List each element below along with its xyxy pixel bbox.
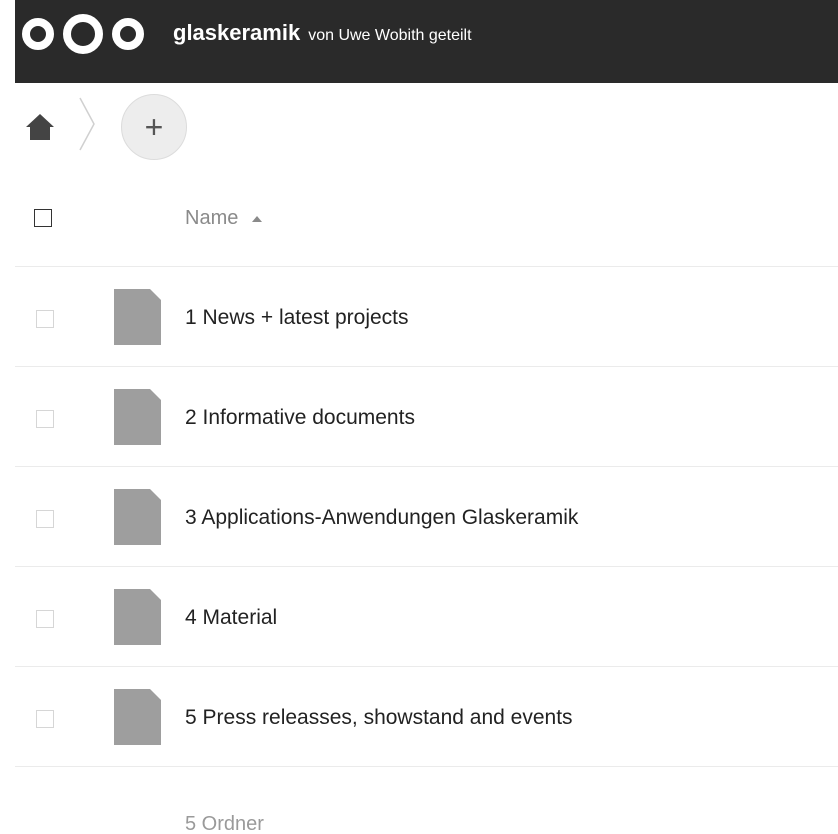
file-list: 1 News + latest projects 2 Informative d… — [15, 266, 838, 766]
table-row[interactable]: 1 News + latest projects — [15, 266, 838, 366]
file-icon — [114, 289, 161, 345]
folder-title: glaskeramik — [173, 20, 301, 45]
row-checkbox[interactable] — [36, 610, 54, 628]
name-column-label: Name — [185, 207, 239, 229]
home-icon[interactable] — [25, 112, 55, 142]
name-column-header[interactable]: Name — [185, 207, 263, 230]
folder-count-summary: 5 Ordner — [185, 813, 264, 834]
select-all-checkbox[interactable] — [34, 209, 52, 227]
plus-icon: + — [144, 109, 164, 145]
file-name[interactable]: 3 Applications-Anwendungen Glaskeramik — [185, 506, 578, 530]
file-icon — [114, 589, 161, 645]
table-row[interactable]: 3 Applications-Anwendungen Glaskeramik — [15, 466, 838, 566]
breadcrumb-separator-icon — [79, 97, 95, 151]
table-bottom-divider — [15, 766, 838, 767]
file-name[interactable]: 4 Material — [185, 606, 277, 630]
share-title: glaskeramik von Uwe Wobith geteilt — [173, 20, 472, 46]
file-name[interactable]: 1 News + latest projects — [185, 306, 409, 330]
table-row[interactable]: 2 Informative documents — [15, 366, 838, 466]
table-row[interactable]: 5 Press releasses, showstand and events — [15, 666, 838, 766]
row-checkbox[interactable] — [36, 510, 54, 528]
row-checkbox[interactable] — [36, 410, 54, 428]
table-row[interactable]: 4 Material — [15, 566, 838, 666]
file-icon — [114, 389, 161, 445]
top-header: glaskeramik von Uwe Wobith geteilt — [15, 0, 838, 83]
shared-by-text: von Uwe Wobith geteilt — [308, 27, 472, 44]
file-icon — [114, 689, 161, 745]
file-icon — [114, 489, 161, 545]
row-checkbox[interactable] — [36, 710, 54, 728]
sort-ascending-icon — [252, 215, 263, 222]
row-checkbox[interactable] — [36, 310, 54, 328]
nextcloud-logo-icon[interactable] — [18, 14, 148, 54]
add-new-button[interactable]: + — [121, 94, 187, 160]
file-name[interactable]: 5 Press releasses, showstand and events — [185, 706, 573, 730]
file-name[interactable]: 2 Informative documents — [185, 406, 415, 430]
